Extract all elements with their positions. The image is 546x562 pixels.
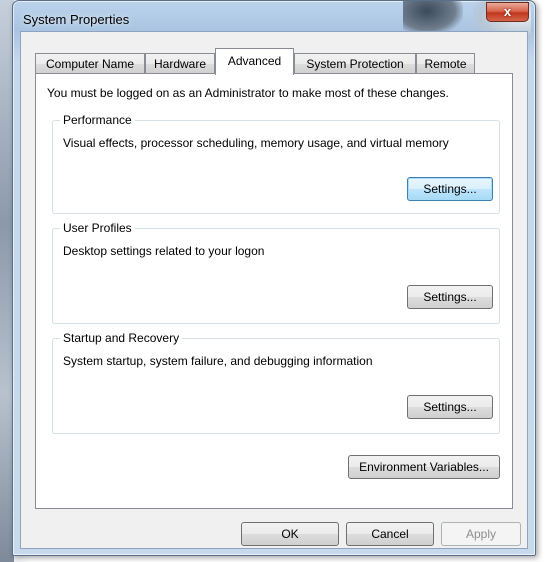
performance-settings-button[interactable]: Settings... — [407, 177, 493, 201]
user-profiles-settings-button[interactable]: Settings... — [407, 285, 493, 309]
startup-recovery-group: Startup and Recovery System startup, sys… — [52, 331, 500, 434]
admin-notice: You must be logged on as an Administrato… — [47, 86, 449, 100]
performance-description: Visual effects, processor scheduling, me… — [63, 136, 449, 150]
cancel-button[interactable]: Cancel — [346, 522, 434, 546]
performance-group: Performance Visual effects, processor sc… — [52, 113, 500, 214]
ok-button[interactable]: OK — [241, 522, 339, 546]
startup-recovery-settings-button[interactable]: Settings... — [407, 395, 493, 419]
startup-recovery-title: Startup and Recovery — [60, 331, 183, 345]
tab-system-protection[interactable]: System Protection — [294, 53, 416, 74]
window-title: System Properties — [23, 12, 130, 27]
startup-recovery-description: System startup, system failure, and debu… — [63, 354, 373, 368]
tab-remote[interactable]: Remote — [416, 53, 475, 74]
user-profiles-title: User Profiles — [60, 221, 135, 235]
user-profiles-group: User Profiles Desktop settings related t… — [52, 221, 500, 324]
tab-computer-name[interactable]: Computer Name — [35, 53, 145, 74]
advanced-tab-panel: You must be logged on as an Administrato… — [35, 73, 513, 509]
user-profiles-description: Desktop settings related to your logon — [63, 244, 265, 258]
tab-advanced[interactable]: Advanced — [215, 48, 294, 75]
system-properties-window: System Properties x Computer Name Hardwa… — [12, 0, 536, 556]
apply-button[interactable]: Apply — [441, 522, 521, 546]
tab-hardware[interactable]: Hardware — [145, 53, 215, 74]
dialog-client-area: Computer Name Hardware Advanced System P… — [20, 31, 528, 549]
performance-title: Performance — [60, 113, 135, 127]
environment-variables-button[interactable]: Environment Variables... — [348, 455, 500, 479]
close-button[interactable]: x — [486, 2, 529, 22]
